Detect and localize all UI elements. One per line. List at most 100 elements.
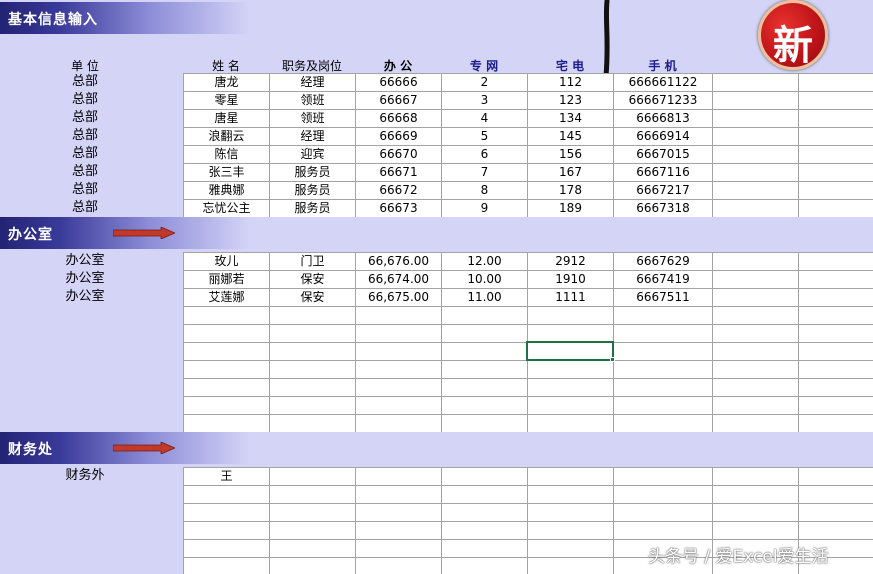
empty-cell[interactable] <box>799 289 873 307</box>
cell-net[interactable]: 11.00 <box>442 289 528 307</box>
empty-cell[interactable] <box>713 325 799 343</box>
empty-cell[interactable] <box>799 504 873 522</box>
empty-cell[interactable] <box>614 343 713 361</box>
active-cell-selection[interactable] <box>526 341 614 361</box>
empty-cell[interactable] <box>799 74 873 92</box>
empty-cell[interactable] <box>799 92 873 110</box>
empty-cell[interactable] <box>184 307 270 325</box>
empty-cell[interactable] <box>799 415 873 433</box>
cell-home[interactable]: 1910 <box>528 271 614 289</box>
empty-cell[interactable] <box>799 271 873 289</box>
cell-position[interactable]: 门卫 <box>270 253 356 271</box>
empty-cell[interactable] <box>528 522 614 540</box>
cell-position[interactable]: 保安 <box>270 271 356 289</box>
empty-cell[interactable] <box>270 558 356 574</box>
empty-cell[interactable] <box>442 504 528 522</box>
empty-cell[interactable] <box>528 504 614 522</box>
empty-cell[interactable] <box>270 522 356 540</box>
empty-cell[interactable] <box>270 343 356 361</box>
empty-cell[interactable] <box>799 397 873 415</box>
empty-cell[interactable] <box>442 307 528 325</box>
unit-label[interactable]: 财务外 <box>0 467 170 484</box>
cell-net[interactable]: 2 <box>442 74 528 92</box>
cell-mobile[interactable] <box>614 468 713 486</box>
cell-position[interactable]: 领班 <box>270 92 356 110</box>
empty-cell[interactable] <box>713 522 799 540</box>
empty-cell[interactable] <box>713 415 799 433</box>
empty-cell[interactable] <box>270 540 356 558</box>
empty-cell[interactable] <box>442 522 528 540</box>
empty-cell[interactable] <box>614 415 713 433</box>
cell-home[interactable]: 189 <box>528 200 614 218</box>
empty-cell[interactable] <box>799 182 873 200</box>
empty-cell[interactable] <box>184 343 270 361</box>
cell-mobile[interactable]: 6666914 <box>614 128 713 146</box>
cell-office[interactable]: 66666 <box>356 74 442 92</box>
cell-name[interactable]: 王 <box>184 468 270 486</box>
cell-position[interactable]: 服务员 <box>270 200 356 218</box>
cell-net[interactable]: 12.00 <box>442 253 528 271</box>
cell-position[interactable]: 服务员 <box>270 182 356 200</box>
empty-cell[interactable] <box>270 486 356 504</box>
cell-name[interactable]: 零星 <box>184 92 270 110</box>
unit-label[interactable]: 办公室 <box>0 252 170 269</box>
empty-cell[interactable] <box>442 540 528 558</box>
cell-home[interactable]: 156 <box>528 146 614 164</box>
empty-cell[interactable] <box>184 379 270 397</box>
cell-name[interactable]: 陈信 <box>184 146 270 164</box>
empty-cell[interactable] <box>799 164 873 182</box>
empty-cell[interactable] <box>713 164 799 182</box>
unit-label[interactable]: 总部 <box>0 127 170 144</box>
cell-office[interactable]: 66669 <box>356 128 442 146</box>
empty-cell[interactable] <box>713 128 799 146</box>
empty-cell[interactable] <box>528 397 614 415</box>
cell-office[interactable] <box>356 468 442 486</box>
cell-home[interactable]: 134 <box>528 110 614 128</box>
empty-cell[interactable] <box>270 397 356 415</box>
cell-office[interactable]: 66672 <box>356 182 442 200</box>
cell-office[interactable]: 66668 <box>356 110 442 128</box>
empty-cell[interactable] <box>713 74 799 92</box>
cell-home[interactable] <box>528 468 614 486</box>
empty-cell[interactable] <box>713 182 799 200</box>
cell-mobile[interactable]: 6667116 <box>614 164 713 182</box>
cell-office[interactable]: 66671 <box>356 164 442 182</box>
empty-cell[interactable] <box>713 397 799 415</box>
empty-cell[interactable] <box>799 200 873 218</box>
empty-cell[interactable] <box>799 307 873 325</box>
empty-cell[interactable] <box>528 361 614 379</box>
empty-cell[interactable] <box>799 522 873 540</box>
empty-cell[interactable] <box>356 522 442 540</box>
empty-cell[interactable] <box>713 110 799 128</box>
cell-net[interactable]: 10.00 <box>442 271 528 289</box>
cell-office[interactable]: 66667 <box>356 92 442 110</box>
empty-cell[interactable] <box>614 379 713 397</box>
empty-cell[interactable] <box>356 307 442 325</box>
empty-cell[interactable] <box>356 486 442 504</box>
cell-net[interactable]: 5 <box>442 128 528 146</box>
cell-office[interactable]: 66673 <box>356 200 442 218</box>
empty-cell[interactable] <box>356 558 442 574</box>
empty-cell[interactable] <box>356 379 442 397</box>
empty-cell[interactable] <box>442 325 528 343</box>
empty-cell[interactable] <box>614 361 713 379</box>
empty-cell[interactable] <box>184 325 270 343</box>
cell-home[interactable]: 178 <box>528 182 614 200</box>
empty-cell[interactable] <box>184 397 270 415</box>
cell-mobile[interactable]: 666661122 <box>614 74 713 92</box>
cell-net[interactable]: 3 <box>442 92 528 110</box>
empty-cell[interactable] <box>270 307 356 325</box>
cell-mobile[interactable]: 6667015 <box>614 146 713 164</box>
cell-mobile[interactable]: 6667419 <box>614 271 713 289</box>
unit-label[interactable]: 总部 <box>0 109 170 126</box>
cell-mobile[interactable]: 6666813 <box>614 110 713 128</box>
empty-cell[interactable] <box>184 504 270 522</box>
empty-cell[interactable] <box>528 540 614 558</box>
cell-name[interactable]: 唐龙 <box>184 74 270 92</box>
empty-cell[interactable] <box>799 128 873 146</box>
cell-name[interactable]: 浪翻云 <box>184 128 270 146</box>
empty-cell[interactable] <box>356 397 442 415</box>
empty-cell[interactable] <box>528 486 614 504</box>
empty-cell[interactable] <box>184 486 270 504</box>
empty-cell[interactable] <box>713 343 799 361</box>
